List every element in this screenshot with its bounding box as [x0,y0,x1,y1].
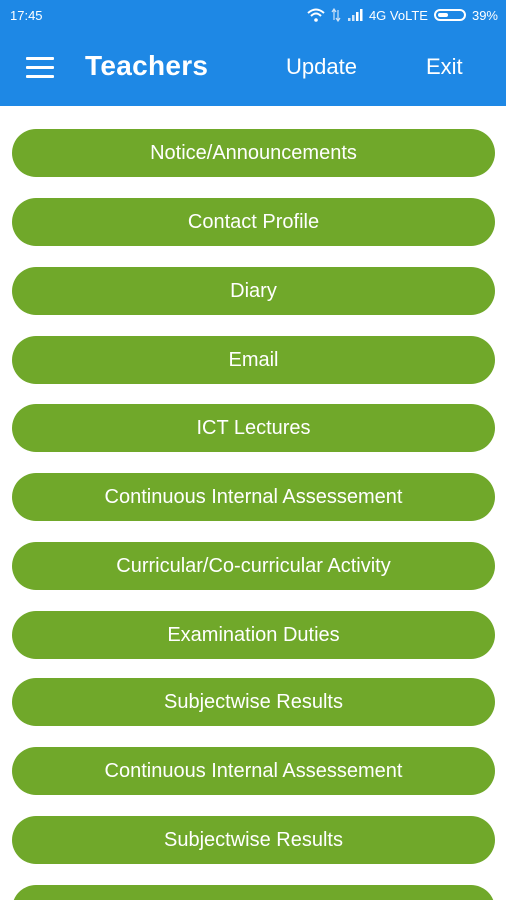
exit-button[interactable]: Exit [426,54,463,80]
battery-icon [433,9,466,21]
signal-icon [347,9,363,21]
examination-duties-button[interactable]: Examination Duties [12,611,495,659]
data-transfer-icon [331,8,341,22]
network-type: 4G VoLTE [368,7,428,23]
continuous-internal-assessment-button-2[interactable]: Continuous Internal Assessement [12,747,495,795]
curricular-activity-button[interactable]: Curricular/Co-curricular Activity [12,542,495,590]
subjectwise-results-button[interactable]: Subjectwise Results [12,678,495,726]
hamburger-menu-icon[interactable] [26,57,54,79]
app-bar: Teachers Update Exit [0,30,506,106]
wifi-icon [307,8,325,22]
battery-percent: 39% [471,7,498,23]
page-title: Teachers [85,50,209,81]
diary-button[interactable]: Diary [12,267,495,315]
partially-visible-menu-button[interactable] [12,885,495,900]
status-time: 17:45 [10,7,43,23]
status-icons: 4G VoLTE 39% [307,8,498,23]
update-button[interactable]: Update [286,54,357,80]
contact-profile-button[interactable]: Contact Profile [12,198,495,246]
ict-lectures-button[interactable]: ICT Lectures [12,404,495,452]
notice-announcements-button[interactable]: Notice/Announcements [12,129,495,177]
subjectwise-results-button-2[interactable]: Subjectwise Results [12,816,495,864]
email-button[interactable]: Email [12,336,495,384]
menu-list: Notice/Announcements Contact Profile Dia… [0,106,506,900]
continuous-internal-assessment-button[interactable]: Continuous Internal Assessement [12,473,495,521]
status-bar: 17:45 4G VoLTE 39% [0,0,506,30]
